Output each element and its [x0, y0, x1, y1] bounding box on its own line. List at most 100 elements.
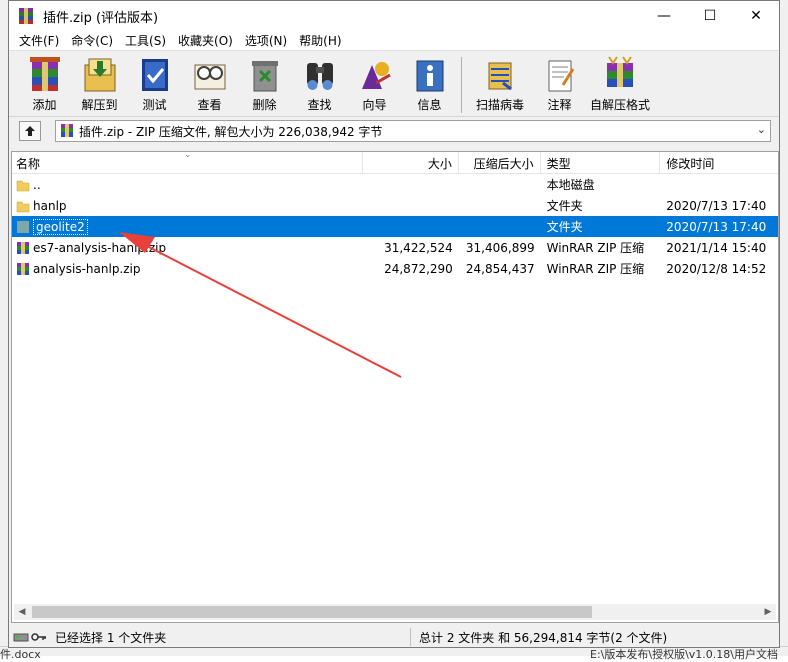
file-modified: 2020/7/13 17:40 [666, 198, 767, 213]
add-button[interactable]: 添加 [17, 55, 72, 113]
file-rows: .. 本地磁盘 hanlp 文件夹 2020/7/13 17:40 geolit… [12, 174, 778, 279]
winrar-app-icon [19, 8, 33, 24]
extract-to-label: 解压到 [81, 98, 118, 112]
file-size: 24,872,290 [384, 261, 453, 276]
path-bar: 插件.zip - ZIP 压缩文件, 解包大小为 226,038,942 字节 … [9, 117, 779, 145]
up-folder-button[interactable] [19, 121, 41, 141]
info-label: 信息 [417, 98, 442, 112]
menu-tools[interactable]: 工具(S) [119, 32, 172, 49]
window-title: 插件.zip (评估版本) [43, 10, 159, 26]
view-label: 查看 [197, 98, 222, 112]
folder-icon [16, 180, 30, 191]
file-type: WinRAR ZIP 压缩 [546, 262, 645, 276]
menu-bar: 文件(F) 命令(C) 工具(S) 收藏夹(O) 选项(N) 帮助(H) [9, 31, 779, 51]
file-packed: 31,406,899 [465, 240, 535, 255]
sfx-label: 自解压格式 [589, 98, 650, 112]
file-size: 31,422,524 [384, 240, 453, 255]
comment-label: 注释 [547, 98, 572, 112]
key-icon [31, 633, 46, 641]
scroll-left-icon[interactable]: ◀ [14, 604, 30, 620]
folder-icon [17, 220, 29, 233]
virus-scan-icon [488, 62, 512, 91]
test-button[interactable]: 测试 [127, 55, 182, 113]
background-text-right: E:\版本发布\授权版\v1.0.18\用户文档 [590, 648, 778, 661]
virus-scan-button[interactable]: 扫描病毒 [468, 55, 532, 113]
horizontal-scrollbar[interactable]: ◀ ▶ [14, 604, 776, 620]
file-packed: 24,854,437 [465, 261, 535, 276]
path-text: 插件.zip - ZIP 压缩文件, 解包大小为 226,038,942 字节 [79, 124, 383, 139]
scroll-track[interactable] [30, 606, 760, 618]
test-label: 测试 [142, 98, 167, 112]
minimize-button[interactable]: — [641, 1, 687, 31]
wizard-icon [361, 62, 391, 89]
file-row-parent[interactable]: .. 本地磁盘 [12, 174, 778, 195]
file-modified: 2020/12/8 14:52 [666, 261, 767, 276]
delete-label: 删除 [252, 98, 277, 112]
extract-to-button[interactable]: 解压到 [72, 55, 127, 113]
column-size[interactable]: 大小 [363, 152, 459, 174]
scroll-right-icon[interactable]: ▶ [760, 604, 776, 620]
maximize-button[interactable]: ☐ [687, 1, 733, 31]
status-bar: 已经选择 1 个文件夹 总计 2 文件夹 和 56,294,814 字节(2 个… [9, 627, 779, 647]
view-button[interactable]: 查看 [182, 55, 237, 113]
extract-to-icon [84, 58, 115, 92]
file-row-geolite2[interactable]: geolite2 文件夹 2020/7/13 17:40 [12, 216, 778, 237]
file-row-es7-analysis-hanlp[interactable]: es7-analysis-hanlp.zip 31,422,524 31,406… [12, 237, 778, 258]
close-button[interactable]: ✕ [733, 1, 779, 31]
test-icon [141, 59, 168, 91]
zip-file-icon [17, 241, 29, 254]
zip-archive-icon [61, 124, 73, 137]
comment-icon [548, 60, 574, 92]
comment-button[interactable]: 注释 [532, 55, 587, 113]
file-name: es7-analysis-hanlp.zip [33, 240, 167, 255]
menu-options[interactable]: 选项(N) [239, 32, 293, 49]
menu-file[interactable]: 文件(F) [13, 32, 65, 49]
file-name: hanlp [33, 198, 67, 213]
find-button[interactable]: 查找 [292, 55, 347, 113]
column-modified[interactable]: 修改时间 [660, 152, 778, 174]
status-total: 总计 2 文件夹 和 56,294,814 字节(2 个文件) [419, 630, 668, 645]
file-modified: 2020/7/13 17:40 [666, 219, 767, 234]
delete-button[interactable]: 删除 [237, 55, 292, 113]
delete-icon [251, 61, 278, 92]
view-icon [194, 64, 225, 90]
file-name: geolite2 [33, 218, 88, 235]
zip-file-icon [17, 262, 29, 275]
column-type[interactable]: 类型 [541, 152, 661, 174]
file-type: 文件夹 [546, 199, 583, 213]
file-row-analysis-hanlp[interactable]: analysis-hanlp.zip 24,872,290 24,854,437… [12, 258, 778, 279]
file-type: 文件夹 [546, 220, 583, 234]
title-bar[interactable]: 插件.zip (评估版本) — ☐ ✕ [9, 1, 779, 31]
find-label: 查找 [307, 98, 332, 112]
add-label: 添加 [32, 98, 57, 112]
menu-favorites[interactable]: 收藏夹(O) [172, 32, 239, 49]
folder-icon [16, 201, 30, 212]
chevron-down-icon[interactable]: ⌄ [757, 123, 766, 136]
wizard-label: 向导 [362, 98, 387, 112]
menu-commands[interactable]: 命令(C) [65, 32, 119, 49]
sort-indicator-icon: ⌄ [184, 150, 192, 160]
sfx-button[interactable]: 自解压格式 [587, 55, 653, 113]
file-type: 本地磁盘 [546, 178, 595, 192]
path-field[interactable]: 插件.zip - ZIP 压缩文件, 解包大小为 226,038,942 字节 … [55, 120, 771, 142]
file-name: .. [33, 177, 41, 192]
file-name: analysis-hanlp.zip [33, 261, 141, 276]
scroll-thumb[interactable] [32, 606, 592, 618]
file-type: WinRAR ZIP 压缩 [546, 241, 645, 255]
file-row-hanlp[interactable]: hanlp 文件夹 2020/7/13 17:40 [12, 195, 778, 216]
info-button[interactable]: 信息 [402, 55, 457, 113]
wizard-button[interactable]: 向导 [347, 55, 402, 113]
background-text-left: 件.docx [0, 648, 41, 661]
add-archive-icon [29, 57, 60, 91]
column-packed[interactable]: 压缩后大小 [459, 152, 541, 174]
virus-scan-label: 扫描病毒 [475, 98, 524, 112]
file-list: 名称 大小 压缩后大小 类型 修改时间 ⌄ .. 本地磁盘 hanlp 文件夹 … [11, 150, 779, 623]
find-icon [306, 63, 333, 90]
status-selection: 已经选择 1 个文件夹 [55, 630, 167, 645]
file-modified: 2021/1/14 15:40 [666, 240, 767, 255]
menu-help[interactable]: 帮助(H) [293, 32, 347, 49]
toolbar-separator [461, 57, 462, 113]
drive-icon [13, 633, 29, 642]
toolbar: 添加 解压到 测试 查看 删除 查找 向导 信息 扫描病毒 注释 自解压格式 [9, 51, 779, 117]
sfx-icon [607, 56, 633, 87]
